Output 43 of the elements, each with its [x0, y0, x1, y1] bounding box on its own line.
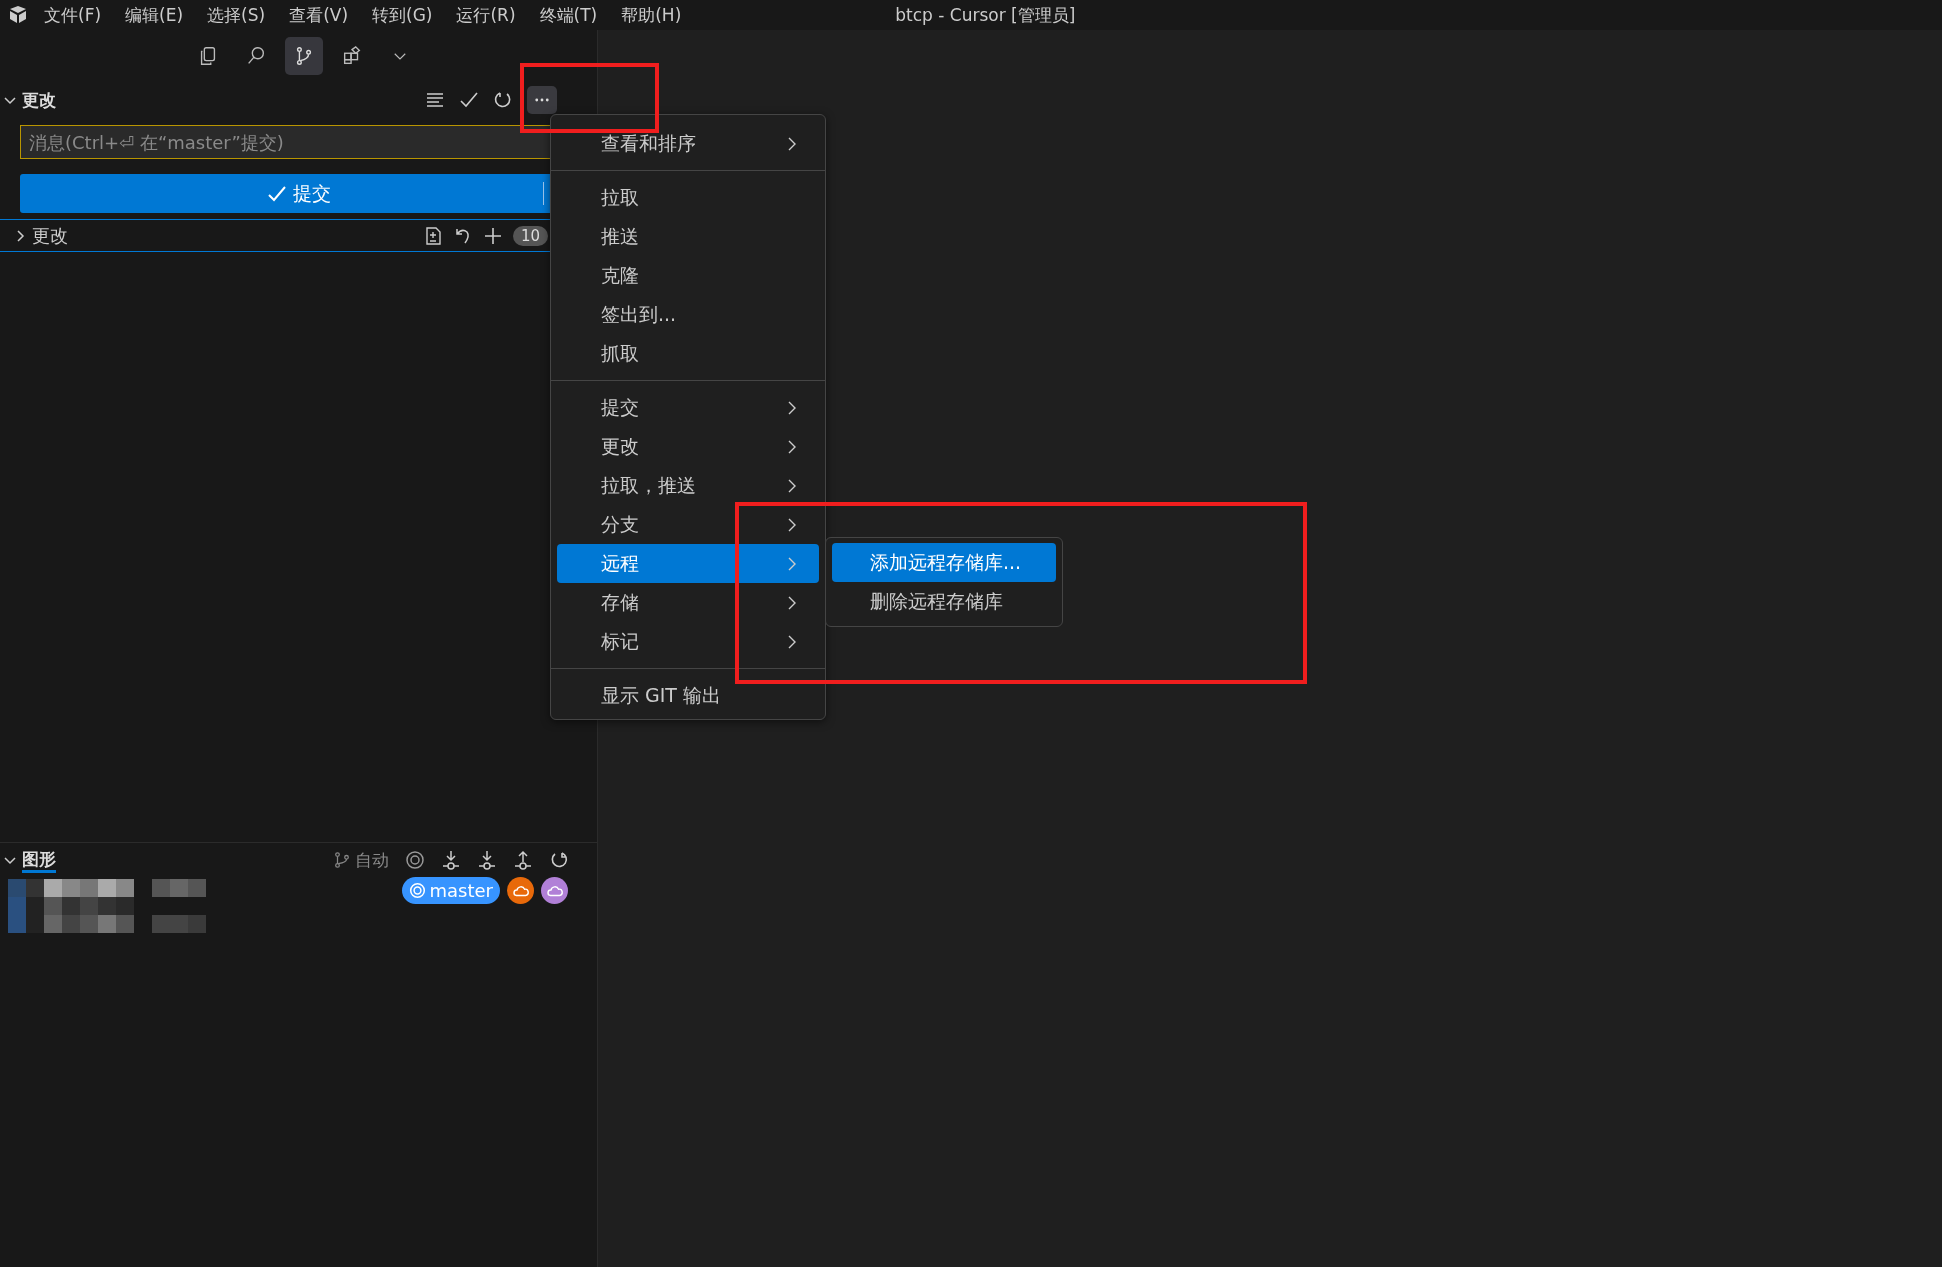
- fetch-icon[interactable]: [441, 850, 461, 870]
- branch-icon: [333, 851, 351, 869]
- menu-item[interactable]: 更改: [557, 427, 819, 466]
- menu-item[interactable]: 拉取，推送: [557, 466, 819, 505]
- menu-item[interactable]: 终端(T): [539, 3, 598, 27]
- branch-badge: master: [401, 877, 500, 904]
- menu-item[interactable]: 添加远程存储库...: [832, 543, 1056, 582]
- section-title: 更改: [22, 88, 56, 112]
- menu-item[interactable]: 克隆: [557, 256, 819, 295]
- menu-item[interactable]: 分支: [557, 505, 819, 544]
- menu-item[interactable]: 删除远程存储库: [832, 582, 1056, 621]
- source-control-tab[interactable]: [284, 37, 323, 75]
- menu-item[interactable]: 帮助(H): [621, 3, 682, 27]
- menu-item[interactable]: 推送: [557, 217, 819, 256]
- menu-item[interactable]: 抓取: [557, 334, 819, 373]
- menu-item[interactable]: 选择(S): [207, 3, 266, 27]
- menu-item[interactable]: 标记: [557, 622, 819, 661]
- menu-item[interactable]: 远程: [557, 544, 819, 583]
- target-icon[interactable]: [405, 850, 425, 870]
- list-icon[interactable]: [425, 90, 445, 110]
- count-badge: 10: [512, 225, 548, 246]
- refresh-icon[interactable]: [493, 90, 513, 110]
- menu-item[interactable]: 显示 GIT 输出: [557, 676, 819, 715]
- pull-icon[interactable]: [477, 850, 497, 870]
- menu-item[interactable]: 文件(F): [44, 3, 102, 27]
- window-title: btcp - Cursor [管理员]: [895, 3, 1076, 27]
- menu-item[interactable]: 提交: [557, 388, 819, 427]
- menu-item[interactable]: 签出到...: [557, 295, 819, 334]
- refresh-icon[interactable]: [549, 850, 569, 870]
- plus-icon[interactable]: [482, 225, 503, 246]
- menu-item[interactable]: 转到(G): [372, 3, 433, 27]
- menu-item[interactable]: 编辑(E): [125, 3, 184, 27]
- menu-item[interactable]: 查看(V): [289, 3, 349, 27]
- auto-label[interactable]: 自动: [355, 848, 389, 872]
- more-actions-button[interactable]: [527, 86, 557, 114]
- ellipsis-icon: [535, 98, 549, 102]
- app-logo-icon: [8, 5, 28, 25]
- check-icon[interactable]: [459, 90, 479, 110]
- push-icon[interactable]: [513, 850, 533, 870]
- menu-item[interactable]: 存储: [557, 583, 819, 622]
- section-title: 图形: [22, 847, 56, 873]
- group-label[interactable]: 更改: [32, 223, 68, 248]
- menu-item[interactable]: 运行(R): [456, 3, 516, 27]
